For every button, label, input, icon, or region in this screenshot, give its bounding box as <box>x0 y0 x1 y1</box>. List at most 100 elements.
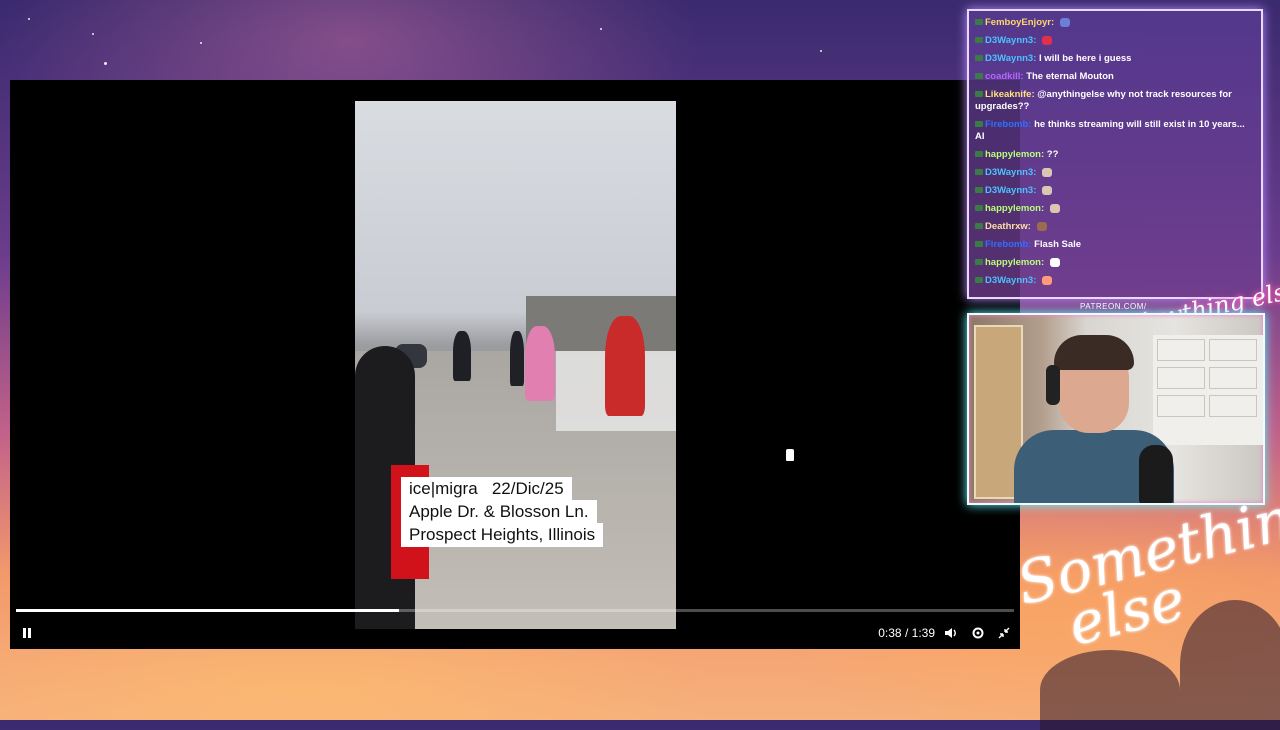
chat-colon: : <box>1040 203 1047 214</box>
star <box>92 33 94 35</box>
chat-message: Deathrxw: <box>975 221 1255 233</box>
chat-badge-icon <box>975 277 983 283</box>
chat-text: Flash Sale <box>1034 239 1082 250</box>
chat-message: D3Waynn3: <box>975 167 1255 179</box>
chat-username[interactable]: Likeaknife <box>985 89 1031 100</box>
chat-emote-icon <box>1049 257 1060 267</box>
chat-badge-icon <box>975 151 983 157</box>
chat-username[interactable]: D3Waynn3 <box>985 35 1033 46</box>
microphone-icon <box>1139 445 1173 503</box>
caption-line-3: Prospect Heights, Illinois <box>401 523 604 547</box>
star <box>600 28 602 30</box>
chat-colon: : <box>1033 275 1040 286</box>
time-current: 0:38 <box>878 626 902 640</box>
streamer-hair <box>1054 335 1134 370</box>
video-scene-person <box>453 331 471 381</box>
chat-emote-icon <box>1042 35 1053 45</box>
chat-message: Firebomb: Flash Sale <box>975 239 1255 251</box>
progress-bar[interactable] <box>16 609 1014 612</box>
chat-emote-icon <box>1036 221 1047 231</box>
webcam-drawers <box>1153 335 1263 445</box>
chat-badge-icon <box>975 37 983 43</box>
video-frame[interactable]: ice|migra 22/Dic/25 Apple Dr. & Blosson … <box>355 101 676 629</box>
chat-badge-icon <box>975 259 983 265</box>
chat-message: Likeaknife: @anythingelse why not track … <box>975 89 1255 113</box>
chat-username[interactable]: Firebomb <box>985 119 1028 130</box>
chat-message: FemboyEnjoyr: <box>975 17 1255 29</box>
caption-line-1: ice|migra 22/Dic/25 <box>401 477 572 501</box>
chat-colon: : <box>1040 257 1047 268</box>
palm-silhouette <box>1040 650 1180 730</box>
chat-message: coadkill: The eternal Mouton <box>975 71 1255 83</box>
chat-message: D3Waynn3: <box>975 275 1255 287</box>
chat-badge-icon <box>975 205 983 211</box>
chat-emote-icon <box>1042 185 1053 195</box>
chat-badge-icon <box>975 223 983 229</box>
chat-username[interactable]: D3Waynn3 <box>985 185 1033 196</box>
player-controls: 0:38 / 1:39 <box>10 620 1020 648</box>
chat-badge-icon <box>975 91 983 97</box>
progress-fill <box>16 609 400 612</box>
gear-icon[interactable] <box>970 625 986 641</box>
time-total: 1:39 <box>911 626 935 640</box>
chat-username[interactable]: D3Waynn3 <box>985 53 1033 64</box>
chat-badge-icon <box>975 241 983 247</box>
chat-message: Firebomb: he thinks streaming will still… <box>975 119 1255 143</box>
time-display: 0:38 / 1:39 <box>878 626 935 640</box>
chat-colon: : <box>1033 35 1040 46</box>
chat-username[interactable]: D3Waynn3 <box>985 167 1033 178</box>
video-player[interactable]: ice|migra 22/Dic/25 Apple Dr. & Blosson … <box>10 80 1020 649</box>
chat-message: D3Waynn3: <box>975 185 1255 197</box>
drawer <box>1157 395 1205 417</box>
chat-message: D3Waynn3: I will be here i guess <box>975 53 1255 65</box>
chat-username[interactable]: FemboyEnjoyr <box>985 17 1051 28</box>
headset-icon <box>1046 365 1060 405</box>
chat-text: I will be here i guess <box>1039 53 1132 64</box>
video-scene-person <box>510 331 524 386</box>
chat-text: ?? <box>1046 149 1059 160</box>
mouse-cursor-icon <box>785 448 795 462</box>
chat-badge-icon <box>975 55 983 61</box>
drawer <box>1209 367 1257 389</box>
chat-message: happylemon: <box>975 203 1255 215</box>
chat-message: happylemon: <box>975 257 1255 269</box>
chat-badge-icon <box>975 19 983 25</box>
exit-fullscreen-icon[interactable] <box>996 625 1012 641</box>
star <box>820 50 822 52</box>
time-separator: / <box>904 626 909 640</box>
chat-badge-icon <box>975 169 983 175</box>
chat-message: D3Waynn3: <box>975 35 1255 47</box>
chat-username[interactable]: happylemon <box>985 203 1041 214</box>
chat-message: happylemon: ?? <box>975 149 1255 161</box>
caption-line-2: Apple Dr. & Blosson Ln. <box>401 500 597 524</box>
chat-text: The eternal Mouton <box>1026 71 1114 82</box>
chat-username[interactable]: coadkill <box>985 71 1020 82</box>
star <box>104 62 107 65</box>
webcam-feed <box>967 313 1265 505</box>
drawer <box>1209 339 1257 361</box>
drawer <box>1209 395 1257 417</box>
chat-emote-icon <box>1042 167 1053 177</box>
video-scene-person <box>525 326 555 401</box>
chat-emote-icon <box>1049 203 1060 213</box>
chat-username[interactable]: D3Waynn3 <box>985 275 1033 286</box>
chat-badge-icon <box>975 187 983 193</box>
chat-colon: : <box>1051 17 1057 28</box>
chat-panel: FemboyEnjoyr: D3Waynn3: D3Waynn3: I will… <box>967 9 1263 299</box>
volume-icon[interactable] <box>943 625 959 641</box>
drawer <box>1157 339 1205 361</box>
chat-colon: : <box>1027 221 1034 232</box>
chat-badge-icon <box>975 121 983 127</box>
star <box>200 42 202 44</box>
star <box>28 18 30 20</box>
pause-icon[interactable] <box>20 626 34 640</box>
chat-username[interactable]: Firebomb <box>985 239 1028 250</box>
chat-badge-icon <box>975 73 983 79</box>
chat-emote-icon <box>1042 275 1053 285</box>
chat-username[interactable]: Deathrxw <box>985 221 1028 232</box>
chat-username[interactable]: happylemon <box>985 257 1041 268</box>
chat-colon: : <box>1033 167 1040 178</box>
chat-username[interactable]: happylemon <box>985 149 1041 160</box>
video-scene-person <box>605 316 645 416</box>
chat-emote-icon <box>1059 17 1070 27</box>
